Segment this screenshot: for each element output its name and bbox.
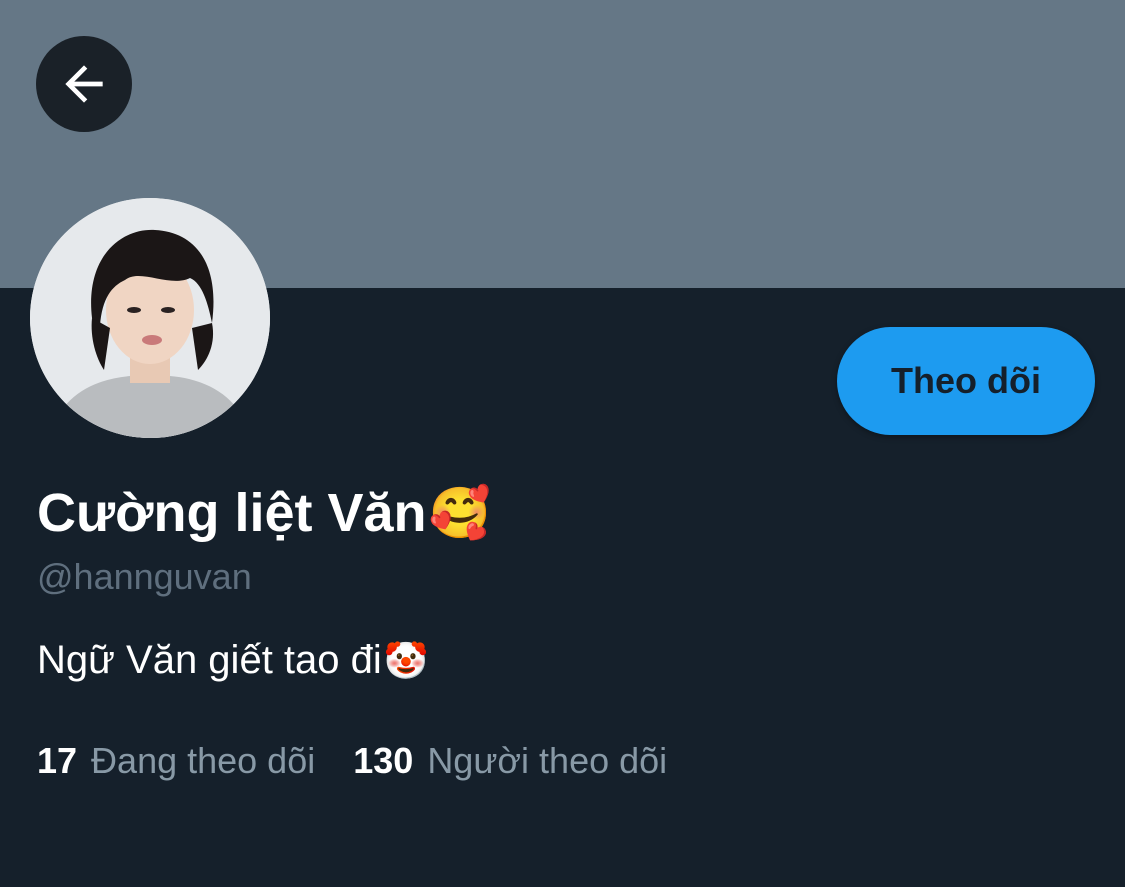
bio: Ngữ Văn giết tao đi 🤡 bbox=[37, 638, 429, 683]
back-button[interactable] bbox=[36, 36, 132, 132]
followers-label: Người theo dõi bbox=[427, 740, 668, 781]
display-name: Cường liệt Văn 🥰 bbox=[37, 482, 491, 544]
followers-link[interactable]: 130 Người theo dõi bbox=[353, 740, 667, 782]
following-link[interactable]: 17 Đang theo dõi bbox=[37, 740, 315, 782]
profile-page: Theo dõi Cường liệt Văn 🥰 @hannguvan Ngữ … bbox=[0, 0, 1125, 887]
following-count: 17 bbox=[37, 740, 78, 781]
follow-button[interactable]: Theo dõi bbox=[837, 327, 1095, 435]
smiling-face-with-hearts-icon: 🥰 bbox=[428, 485, 491, 541]
username: @hannguvan bbox=[37, 556, 252, 597]
avatar[interactable] bbox=[30, 198, 270, 438]
bio-text: Ngữ Văn giết tao đi bbox=[37, 638, 382, 682]
profile-stats: 17 Đang theo dõi 130 Người theo dõi bbox=[37, 740, 667, 782]
avatar-image bbox=[30, 198, 270, 438]
followers-count: 130 bbox=[353, 740, 414, 781]
following-label: Đang theo dõi bbox=[91, 740, 316, 781]
display-name-text: Cường liệt Văn bbox=[37, 483, 427, 543]
clown-face-icon: 🤡 bbox=[383, 639, 429, 681]
arrow-left-icon bbox=[65, 65, 103, 103]
